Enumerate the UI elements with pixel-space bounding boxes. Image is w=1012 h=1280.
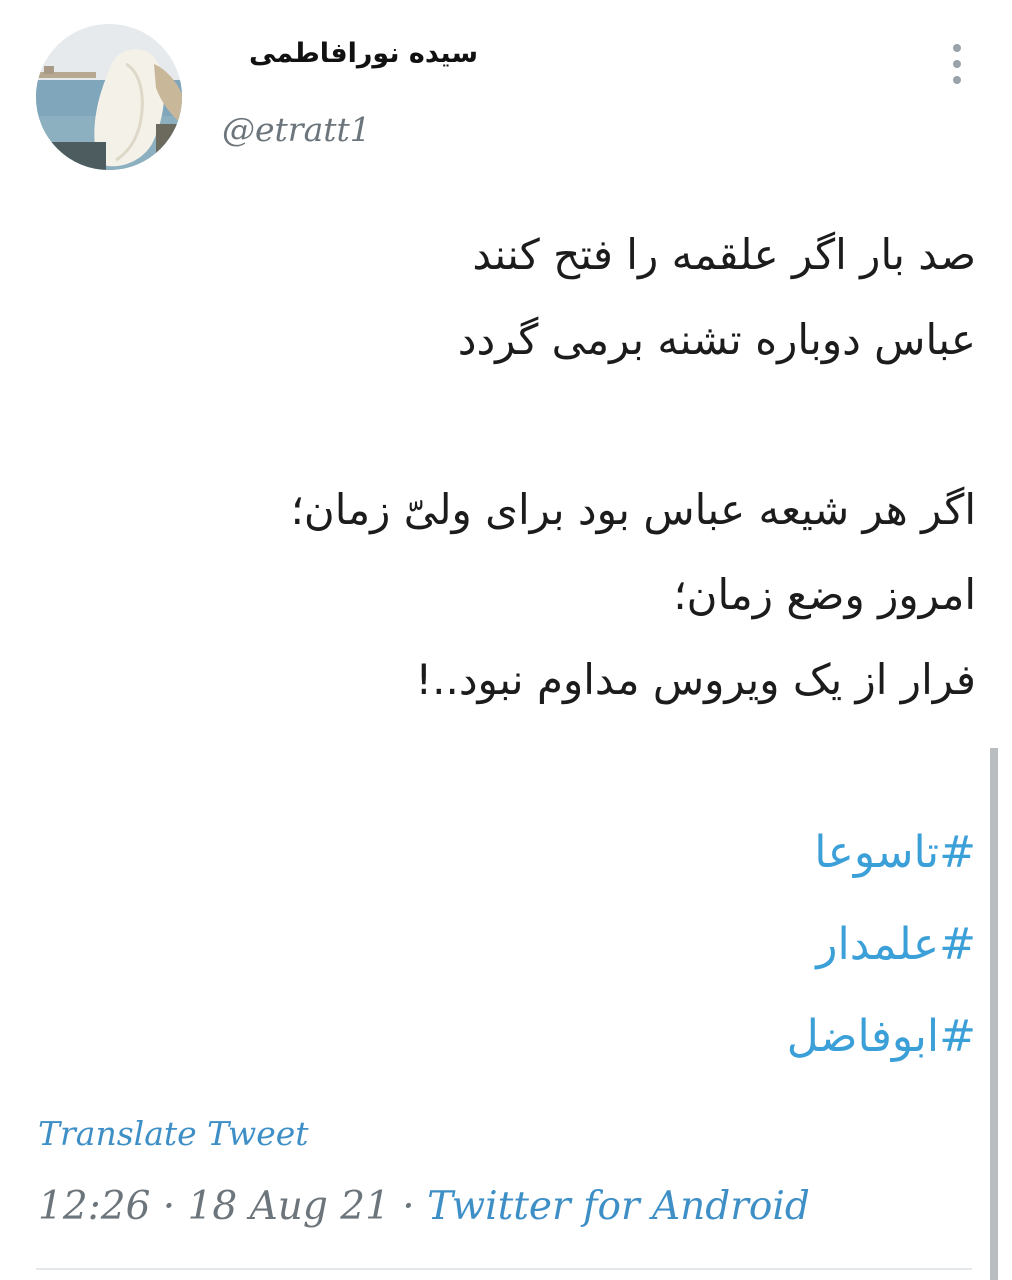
more-options-icon[interactable] bbox=[944, 44, 970, 84]
tweet-line: صد بار اگر علقمه را فتح کنند bbox=[472, 230, 976, 279]
meta-separator: · bbox=[389, 1184, 428, 1229]
more-dot bbox=[953, 44, 961, 52]
tweet-metadata: 12:26 · 18 Aug 21 · Twitter for Android bbox=[38, 1184, 810, 1229]
tweet-source-link[interactable]: Twitter for Android bbox=[427, 1184, 810, 1229]
meta-separator: · bbox=[150, 1184, 188, 1229]
scrollbar[interactable] bbox=[990, 748, 998, 1280]
tweet-line: امروز وضع زمان؛ bbox=[673, 570, 976, 619]
divider bbox=[36, 1268, 972, 1270]
tweet-line: عباس دوباره تشنه برمی گردد bbox=[457, 315, 976, 364]
tweet-time: 12:26 bbox=[38, 1184, 151, 1229]
avatar[interactable] bbox=[36, 24, 182, 170]
avatar-photo bbox=[36, 24, 182, 170]
translate-tweet-link[interactable]: Translate Tweet bbox=[38, 1114, 309, 1153]
more-dot bbox=[953, 60, 961, 68]
hashtag-link[interactable]: #ابوفاضل bbox=[36, 991, 976, 1083]
hashtag-link[interactable]: #علمدار bbox=[36, 899, 976, 991]
tweet-date: 18 Aug 21 bbox=[187, 1184, 390, 1229]
tweet-line: فرار از یک ویروس مداوم نبود..! bbox=[415, 655, 976, 704]
author-display-name[interactable]: سیده نورافاطمی bbox=[249, 38, 478, 69]
author-handle[interactable]: @etratt1 bbox=[222, 110, 371, 149]
more-dot bbox=[953, 76, 961, 84]
tweet-line: اگر هر شیعه عباس بود برای ولیّ زمان؛ bbox=[290, 485, 976, 534]
hashtag-link[interactable]: #تاسوعا bbox=[36, 807, 976, 899]
tweet-text: صد بار اگر علقمه را فتح کنند عباس دوباره… bbox=[36, 212, 976, 1083]
